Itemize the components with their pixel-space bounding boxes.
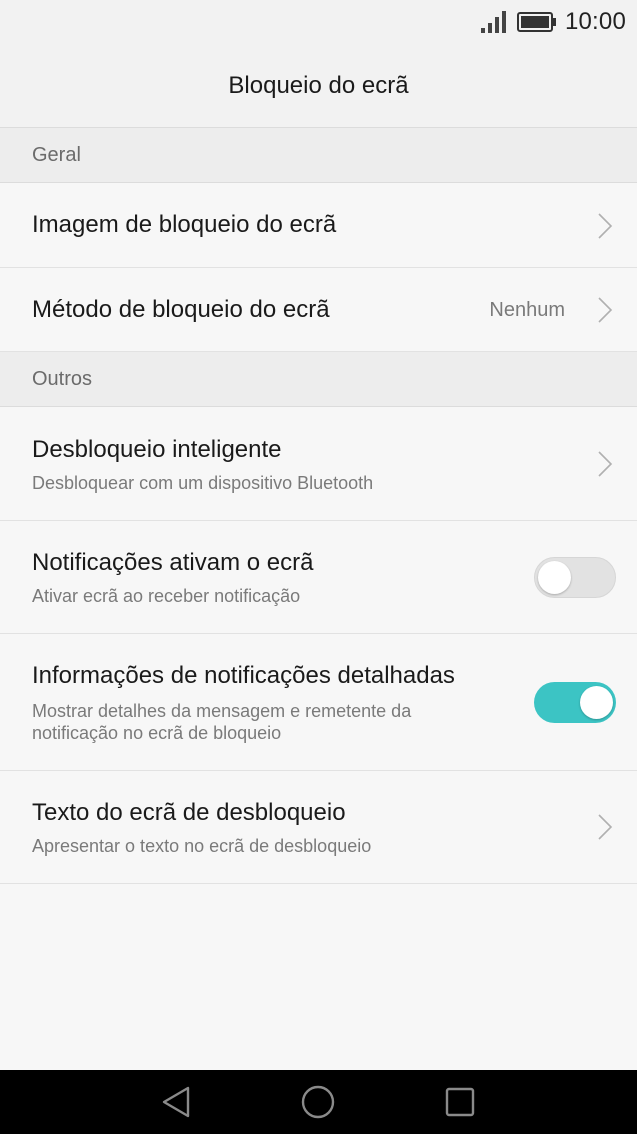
- setting-title: Imagem de bloqueio do ecrã: [32, 211, 337, 238]
- setting-title: Texto do ecrã de desbloqueio: [32, 799, 346, 826]
- back-icon[interactable]: [159, 1084, 195, 1120]
- setting-subtitle: Desbloquear com um dispositivo Bluetooth: [32, 473, 374, 493]
- setting-lock-screen-image[interactable]: Imagem de bloqueio do ecrã: [0, 184, 637, 268]
- status-icons: 10:00: [480, 8, 626, 36]
- setting-title: Desbloqueio inteligente: [32, 436, 282, 463]
- chevron-right-icon: [598, 213, 613, 239]
- section-header-outros: Outros: [0, 352, 637, 407]
- title-bar: Bloqueio do ecrã: [0, 44, 637, 128]
- setting-title: Notificações ativam o ecrã: [32, 549, 314, 576]
- setting-notifications-wake-screen[interactable]: Notificações ativam o ecrã Ativar ecrã a…: [0, 521, 637, 634]
- setting-lock-method[interactable]: Método de bloqueio do ecrã Nenhum: [0, 268, 637, 352]
- setting-subtitle: Apresentar o texto no ecrã de desbloquei…: [32, 836, 372, 856]
- chevron-right-icon: [598, 451, 613, 477]
- setting-title: Informações de notificações detalhadas: [32, 662, 455, 689]
- setting-subtitle: Ativar ecrã ao receber notificação: [32, 586, 301, 606]
- home-icon[interactable]: [300, 1084, 336, 1120]
- battery-icon: [516, 12, 556, 32]
- navigation-bar: [0, 1070, 637, 1134]
- setting-smart-unlock[interactable]: Desbloqueio inteligente Desbloquear com …: [0, 408, 637, 521]
- detailed-notifications-toggle[interactable]: [534, 682, 616, 723]
- signal-icon: [480, 11, 506, 33]
- setting-title: Método de bloqueio do ecrã: [32, 296, 330, 323]
- chevron-right-icon: [598, 297, 613, 323]
- status-bar: 10:00: [0, 0, 637, 44]
- setting-subtitle: Mostrar detalhes da mensagem e remetente…: [32, 701, 412, 743]
- status-time: 10:00: [564, 8, 626, 35]
- setting-value: Nenhum: [489, 299, 565, 321]
- toggle-knob: [538, 561, 571, 594]
- recents-icon[interactable]: [442, 1084, 478, 1120]
- toggle-knob: [580, 686, 613, 719]
- setting-unlock-screen-text[interactable]: Texto do ecrã de desbloqueio Apresentar …: [0, 771, 637, 884]
- chevron-right-icon: [598, 814, 613, 840]
- section-header-geral: Geral: [0, 128, 637, 183]
- page-title: Bloqueio do ecrã: [228, 71, 409, 99]
- notifications-wake-toggle[interactable]: [534, 557, 616, 598]
- setting-detailed-notifications[interactable]: Informações de notificações detalhadas M…: [0, 634, 637, 771]
